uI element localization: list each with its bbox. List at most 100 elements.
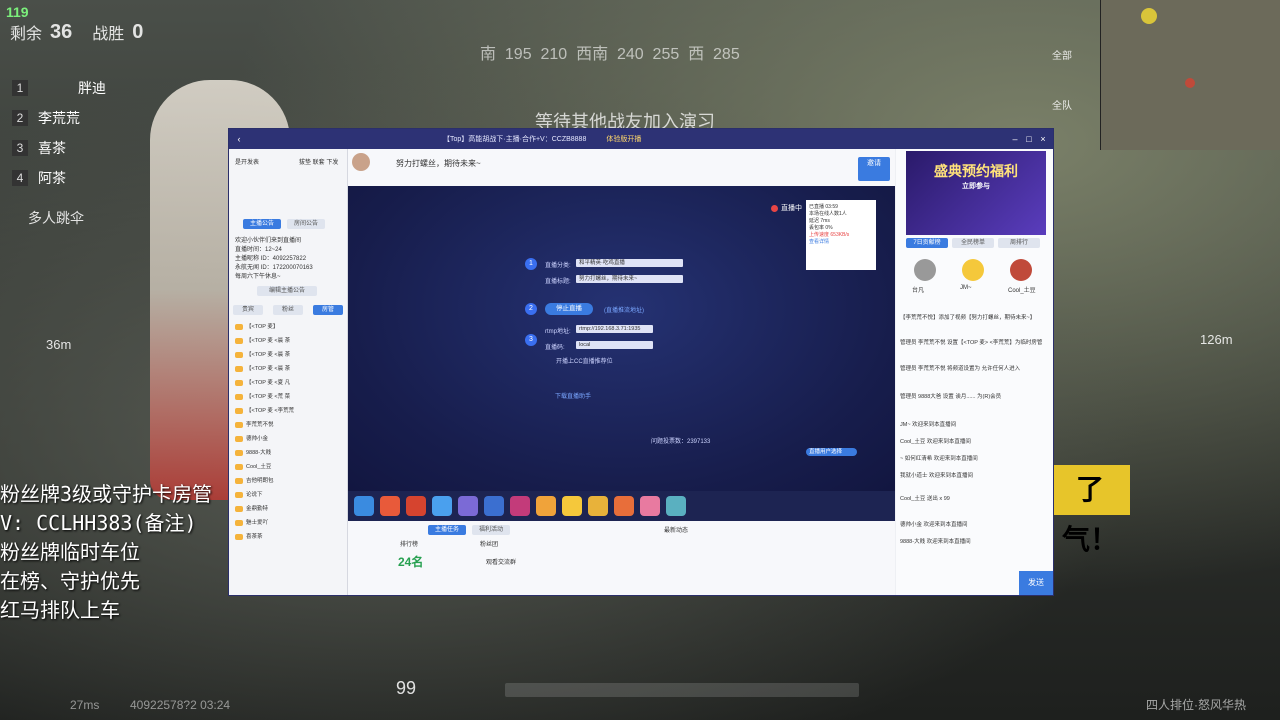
avatar[interactable]: [962, 259, 984, 281]
live-indicator: 直播中: [771, 203, 802, 213]
room-slogan: 努力打螺丝，期待未来~: [396, 159, 481, 168]
avatar[interactable]: [914, 259, 936, 281]
avatar[interactable]: [1010, 259, 1032, 281]
gift-icon[interactable]: [354, 496, 374, 516]
distance-right: 126m: [1200, 332, 1233, 347]
tab-fans[interactable]: 粉丝: [273, 305, 303, 315]
team-row: 3 喜茶: [12, 138, 66, 158]
list-item[interactable]: 9888-大贱: [235, 448, 271, 456]
bottom-id-text: 40922578?2 03:24: [130, 698, 231, 712]
chat-message: 管理员 李荒荒不悦 将频道设置为 允许任何人进入: [900, 366, 1021, 372]
list-item[interactable]: 【<TOP 麦 <晨 茶: [235, 350, 290, 358]
left-top-link[interactable]: 是开发表: [235, 157, 259, 166]
mode-text: 四人排位·怒风华热: [1146, 698, 1246, 712]
chat-message: 【李荒荒不悦】添加了视频【努力打螺丝，期待未来~】: [900, 315, 1036, 321]
list-item[interactable]: 论说下: [235, 490, 263, 498]
step-2-icon: 2: [525, 303, 537, 315]
list-item[interactable]: 【<TOP 麦 <李荒荒: [235, 406, 294, 414]
team-row: 2 李荒荒: [12, 108, 80, 128]
team-member-name: 阿茶: [38, 170, 66, 186]
list-item[interactable]: 喜茶茶: [235, 532, 263, 540]
avatar[interactable]: [352, 153, 370, 171]
list-item[interactable]: 【<TOP 麦 <夏 凡: [235, 378, 290, 386]
status-line: 延迟 7ms: [809, 218, 830, 224]
title-field[interactable]: 努力打螺丝，期待未来~: [576, 275, 683, 283]
status-box: 已直播 03:59 本场在线人数1人 延迟 7ms 丢包率 0% 上传速度 65…: [806, 200, 876, 270]
tab-anchor-notice[interactable]: 主播公告: [243, 219, 281, 229]
list-item[interactable]: 魅士爱吖: [235, 518, 268, 526]
list-item[interactable]: 李荒荒不悦: [235, 420, 274, 428]
notice-line: 每周六下午休息~: [235, 274, 281, 280]
gift-icon[interactable]: [406, 496, 426, 516]
fan-notice-text: 粉丝牌3级或守护卡房管 V: CCLHH383(备注) 粉丝牌临时车位 在榜、守…: [0, 482, 213, 622]
stream-key-field[interactable]: local: [576, 341, 653, 349]
close-icon[interactable]: ×: [1039, 135, 1047, 144]
center-panel: 努力打螺丝，期待未来~ 邀请 直播中 1 直播分类: 和平精英·吃鸡直播 直播标…: [348, 149, 895, 595]
edit-notice-button[interactable]: 编辑主播公告: [257, 286, 317, 296]
category-label: 直播分类:: [545, 263, 571, 269]
team-number: 1: [12, 80, 28, 96]
maximize-icon[interactable]: □: [1025, 135, 1033, 144]
tab-welfare[interactable]: 福利活动: [472, 525, 510, 535]
gift-icon[interactable]: [484, 496, 504, 516]
user-select-button[interactable]: 直播用户选择: [806, 448, 857, 456]
gift-icon[interactable]: [380, 496, 400, 516]
list-item[interactable]: 【<TOP 麦】: [235, 322, 278, 330]
list-item[interactable]: 【<TOP 麦 <晨 茶: [235, 336, 290, 344]
recommend-checkbox[interactable]: 开播上CC直播推荐位: [556, 356, 613, 365]
back-icon[interactable]: ‹: [235, 135, 243, 144]
stop-live-button[interactable]: 停止直播: [545, 303, 593, 315]
tab-anchor-tasks[interactable]: 主播任务: [428, 525, 466, 535]
status-line: 上传速度 653KB/s: [809, 232, 850, 238]
voice-all-button[interactable]: 全部: [1052, 47, 1072, 62]
tab-room-notice[interactable]: 房间公告: [287, 219, 325, 229]
multi-team-label: 多人跳伞: [28, 210, 84, 226]
send-button[interactable]: 发送: [1019, 571, 1053, 595]
rtmp-field[interactable]: rtmp://192.168.3.71:1935: [576, 325, 653, 333]
tab-vip[interactable]: 贵宾: [233, 305, 263, 315]
notice-line: 永航无闻 ID：172200070163: [235, 265, 313, 271]
left-top-link[interactable]: 拔垫 联套 下发: [299, 157, 338, 166]
kills-value: 0: [132, 20, 144, 43]
list-item[interactable]: 德帅小金: [235, 434, 268, 442]
team-member-name: 喜茶: [38, 140, 66, 156]
download-link[interactable]: 下载直播助手: [555, 391, 591, 400]
title-bar: ‹ 【Top】高能胡战下·主播·合作+V：CCZB8888 体验版开播 – □ …: [229, 129, 1053, 149]
distance-left: 36m: [46, 337, 72, 352]
push-url-hint[interactable]: (直播推流地址): [604, 305, 644, 314]
tab-popular[interactable]: 全民榜单: [952, 238, 994, 248]
mic-all-button[interactable]: 全队: [1052, 97, 1072, 112]
gift-icon[interactable]: [562, 496, 582, 516]
gift-icon[interactable]: [666, 496, 686, 516]
tab-weekly[interactable]: 周排行: [998, 238, 1040, 248]
gift-icon[interactable]: [510, 496, 530, 516]
status-line: 已直播 03:59: [809, 204, 838, 210]
status-details-link[interactable]: 查看详情: [809, 238, 873, 245]
gift-icon[interactable]: [588, 496, 608, 516]
gift-icon[interactable]: [458, 496, 478, 516]
remaining-value: 36: [50, 20, 73, 43]
gift-icon[interactable]: [536, 496, 556, 516]
minimap[interactable]: [1100, 0, 1280, 150]
promo-banner[interactable]: 盛典预约福利 立即参与: [906, 151, 1046, 235]
chat-message: Cool_土豆 送出 x 99: [900, 496, 950, 502]
gift-icon[interactable]: [614, 496, 634, 516]
chat-message: 管理员 9888大爸 设置 诶月...... 为(R)会员: [900, 394, 1002, 400]
fans-sub[interactable]: 观看交流群: [486, 557, 516, 566]
tab-admins[interactable]: 房管: [313, 305, 343, 315]
gift-icon[interactable]: [640, 496, 660, 516]
category-field[interactable]: 和平精英·吃鸡直播: [576, 259, 683, 267]
list-item[interactable]: 【<TOP 麦 <晨 茶: [235, 364, 290, 372]
minimize-icon[interactable]: –: [1011, 135, 1019, 144]
chat-message: 9888-大贱 欢迎来到本直播间: [900, 539, 971, 545]
tab-contribution[interactable]: 7日贡献榜: [906, 238, 948, 248]
gift-icon[interactable]: [432, 496, 452, 516]
list-item[interactable]: 吉他明朗包: [235, 476, 274, 484]
list-item[interactable]: 金鼎勤特: [235, 504, 268, 512]
list-item[interactable]: Cool_土豆: [235, 462, 271, 470]
chat-message: JM~ 欢迎来到本直播间: [900, 422, 957, 428]
list-item[interactable]: 【<TOP 麦 <荒 菜: [235, 392, 290, 400]
invite-button[interactable]: 邀请: [858, 157, 890, 181]
chat-message: 德帅小金 欢迎来到本直播间: [900, 522, 968, 528]
window-title: 【Top】高能胡战下·主播·合作+V：CCZB8888: [443, 136, 587, 143]
